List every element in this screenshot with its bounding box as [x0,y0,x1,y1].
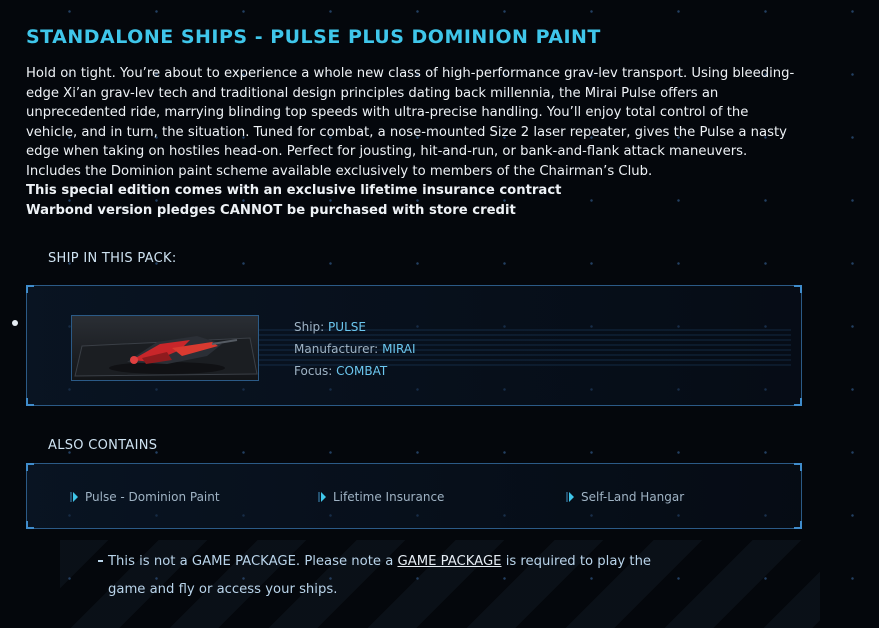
warbond-note: Warbond version pledges CANNOT be purcha… [26,202,516,218]
ship-info: Ship: PULSE Manufacturer: MIRAI Focus: C… [294,316,416,382]
contains-item: Self-Land Hangar [566,490,685,504]
contains-item: Pulse - Dominion Paint [70,490,220,504]
contains-item-label: Self-Land Hangar [581,490,685,504]
focus-value: COMBAT [336,364,388,378]
ship-thumbnail[interactable] [71,315,259,381]
focus-label: Focus: [294,364,333,378]
also-contains-label: ALSO CONTAINS [48,438,158,453]
description-block: Hold on tight. You’re about to experienc… [26,64,796,220]
notice-prefix: This is not a GAME PACKAGE. Please note … [108,554,398,569]
chevron-right-icon [318,492,326,502]
manufacturer-label: Manufacturer: [294,342,379,356]
manufacturer-value[interactable]: MIRAI [382,342,416,356]
page-title: STANDALONE SHIPS - PULSE PLUS DOMINION P… [26,26,601,48]
ship-name-label: Ship: [294,320,325,334]
ship-name-row: Ship: PULSE [294,316,416,338]
game-package-link[interactable]: GAME PACKAGE [397,554,501,569]
insurance-note: This special edition comes with an exclu… [26,183,562,198]
ship-image-icon [72,316,258,380]
contains-item: Lifetime Insurance [318,490,445,504]
chevron-right-icon [566,492,574,502]
focus-row: Focus: COMBAT [294,360,416,382]
description-text: Hold on tight. You’re about to experienc… [26,66,795,179]
ship-card: Ship: PULSE Manufacturer: MIRAI Focus: C… [26,285,802,406]
also-contains-box: Pulse - Dominion Paint Lifetime Insuranc… [26,463,802,529]
manufacturer-row: Manufacturer: MIRAI [294,338,416,360]
game-package-notice: This is not a GAME PACKAGE. Please note … [98,548,658,604]
bullet-dot [12,320,18,326]
ship-section-label: SHIP IN THIS PACK: [48,251,177,266]
contains-item-label: Lifetime Insurance [333,490,445,504]
contains-item-label: Pulse - Dominion Paint [85,490,220,504]
ship-name-value: PULSE [328,320,366,334]
chevron-right-icon [70,492,78,502]
dash-icon [98,560,103,562]
